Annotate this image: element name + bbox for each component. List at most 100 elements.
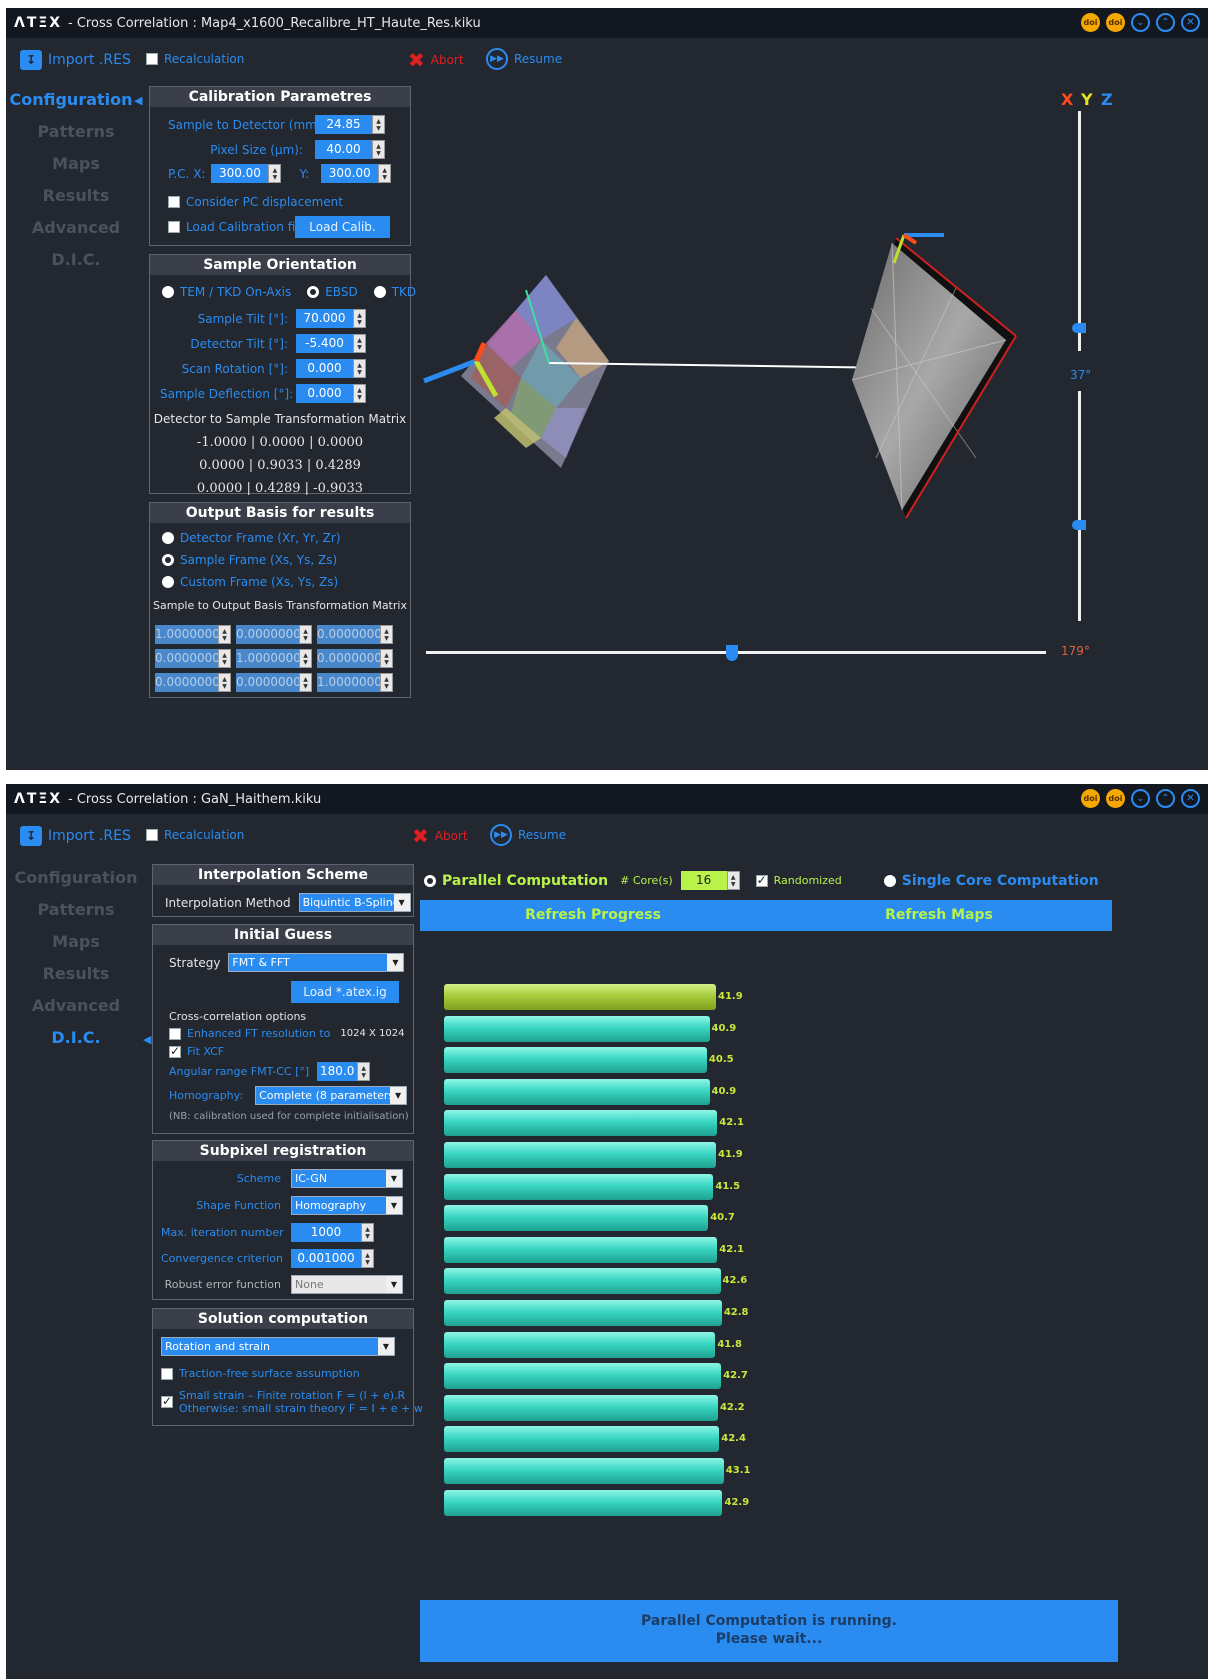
doi-icon-2[interactable]: doi [1106,13,1125,32]
doi-icon[interactable]: doi [1081,13,1100,32]
nav-maps[interactable]: Maps [6,154,146,173]
nav-advanced[interactable]: Advanced [6,218,146,237]
load-calib-button[interactable]: Load Calib. [295,216,390,238]
cores-spinner[interactable]: 16 ▲ ▼ [680,871,740,890]
abort-button[interactable]: ✖ Abort [412,824,468,848]
horizontal-rotation-thumb[interactable] [726,645,738,661]
load-calib-file-check[interactable] [168,221,180,233]
resume-button[interactable]: ▶▶ Resume [486,48,562,70]
axis-x-label[interactable]: X [1061,90,1073,109]
close-icon[interactable]: ✕ [1181,789,1200,808]
interpolation-method-select[interactable]: Biquintic B-Spline ▼ [298,893,411,912]
core-progress-value: 40.9 [711,1022,737,1034]
minimize-icon[interactable]: ⌄ [1131,789,1150,808]
3d-geometry-view[interactable] [416,78,1056,678]
matrix-cell-11[interactable]: 1.0000000 ▲ ▼ [155,625,231,644]
convergence-spinner[interactable]: 0.001000 ▲ ▼ [291,1249,374,1268]
doi-icon-2[interactable]: doi [1106,789,1125,808]
angular-range-spinner[interactable]: 180.0 ▲ ▼ [317,1062,371,1081]
nav-patterns[interactable]: Patterns [6,122,146,141]
core-progress-value: 42.9 [724,1496,750,1508]
nav-patterns[interactable]: Patterns [6,900,146,919]
scan-rotation-spinner[interactable]: 0.000 ▲ ▼ [296,359,366,378]
nav-results[interactable]: Results [6,964,146,983]
enhanced-ft-check[interactable] [169,1027,181,1040]
traction-free-check[interactable] [161,1367,173,1380]
robust-error-select[interactable]: None ▼ [291,1275,403,1294]
small-strain-check[interactable] [161,1394,173,1408]
core-progress-bar [444,1394,718,1421]
scheme-select[interactable]: IC-GN ▼ [291,1169,403,1188]
abort-button[interactable]: ✖ Abort [408,48,464,72]
matrix-cell-21[interactable]: 0.0000000 ▲ ▼ [155,649,231,668]
nav-advanced[interactable]: Advanced [6,996,146,1015]
nav-maps[interactable]: Maps [6,932,146,951]
pixel-size-spinner[interactable]: 40.00 ▲ ▼ [315,140,385,159]
maximize-icon[interactable]: ⌃ [1156,789,1175,808]
doi-icon[interactable]: doi [1081,789,1100,808]
radio-ebsd[interactable] [307,286,320,298]
orientation-panel: Sample Orientation TEM / TKD On-Axis EBS… [149,254,416,496]
matrix-cell-12[interactable]: 0.0000000 ▲ ▼ [236,625,312,644]
refresh-maps-button[interactable]: Refresh Maps [766,900,1112,931]
pcx-spinner[interactable]: 300.00 ▲ ▼ [211,164,282,183]
homography-select[interactable]: Complete (8 parameters) ▼ [255,1086,408,1105]
sample-deflection-spinner[interactable]: 0.000 ▲ ▼ [296,384,366,403]
maximize-icon[interactable]: ⌃ [1156,13,1175,32]
shape-function-select[interactable]: Homography ▼ [291,1196,403,1215]
matrix-cell-33[interactable]: 1.0000000 ▲ ▼ [317,673,393,692]
radio-tkd[interactable] [373,286,386,298]
radio-sample-frame[interactable] [162,554,174,566]
randomized-check[interactable] [755,873,768,887]
close-icon[interactable]: ✕ [1181,13,1200,32]
core-progress-bar [444,1078,710,1105]
consider-pc-checkbox[interactable]: Consider PC displacement [168,195,343,209]
solution-mode-select[interactable]: Rotation and strain ▼ [161,1337,395,1356]
vertical-slider-upper-thumb[interactable] [1072,323,1086,333]
import-res-label: Import .RES [48,828,131,844]
status-message-box: Parallel Computation is running. Please … [420,1600,1118,1662]
radio-single-core[interactable] [883,874,896,887]
load-calib-file-checkbox[interactable]: Load Calibration file [168,220,306,234]
matrix-cell-22[interactable]: 1.0000000 ▲ ▼ [236,649,312,668]
recalculation-checkbox[interactable]: Recalculation [146,828,244,842]
nav-results[interactable]: Results [6,186,146,205]
matrix-cell-32[interactable]: 0.0000000 ▲ ▼ [236,673,312,692]
matrix-cell-13[interactable]: 0.0000000 ▲ ▼ [317,625,393,644]
sample-tilt-spinner[interactable]: 70.000 ▲ ▼ [296,309,366,328]
recalculation-checkbox[interactable]: Recalculation [146,52,244,66]
matrix-cell-31[interactable]: 0.0000000 ▲ ▼ [155,673,231,692]
recalculation-check[interactable] [146,53,158,65]
refresh-progress-button[interactable]: Refresh Progress [420,900,766,931]
strategy-select[interactable]: FMT & FFT ▼ [228,953,405,972]
consider-pc-check[interactable] [168,196,180,208]
vertical-slider-lower[interactable] [1078,391,1081,621]
radio-parallel[interactable] [424,874,436,887]
scan-rotation-label: Scan Rotation [°]: [181,361,288,376]
axis-z-label[interactable]: Z [1101,90,1113,109]
nav-dic[interactable]: D.I.C. [6,250,146,269]
vertical-slider-lower-thumb[interactable] [1072,520,1086,530]
sample-to-detector-spinner[interactable]: 24.85 ▲ ▼ [315,115,385,134]
radio-custom-frame[interactable] [162,576,174,588]
radio-detector-frame[interactable] [162,532,174,544]
recalculation-check[interactable] [146,829,158,841]
import-res-button[interactable]: ↧ Import .RES [20,50,131,70]
max-iteration-spinner[interactable]: 1000 ▲ ▼ [291,1223,374,1242]
nav-configuration[interactable]: Configuration [6,868,146,887]
axis-y-label[interactable]: Y [1081,90,1093,109]
load-atex-ig-button[interactable]: Load *.atex.ig [291,981,399,1003]
nav-dic[interactable]: D.I.C. [6,1028,146,1047]
minimize-icon[interactable]: ⌄ [1131,13,1150,32]
resume-button[interactable]: ▶▶ Resume [490,824,566,846]
fit-xcf-check[interactable] [169,1044,181,1058]
core-progress-bar [444,1236,718,1263]
pcy-spinner[interactable]: 300.00 ▲ ▼ [321,164,392,183]
nav-configuration[interactable]: Configuration [6,90,136,109]
matrix-cell-23[interactable]: 0.0000000 ▲ ▼ [317,649,393,668]
detector-tilt-spinner[interactable]: -5.400 ▲ ▼ [296,334,366,353]
import-res-button[interactable]: ↧ Import .RES [20,826,131,846]
vertical-slider-upper[interactable] [1078,111,1081,351]
radio-tem[interactable] [162,286,174,298]
cc-options-title: Cross-correlation options [169,1010,307,1023]
